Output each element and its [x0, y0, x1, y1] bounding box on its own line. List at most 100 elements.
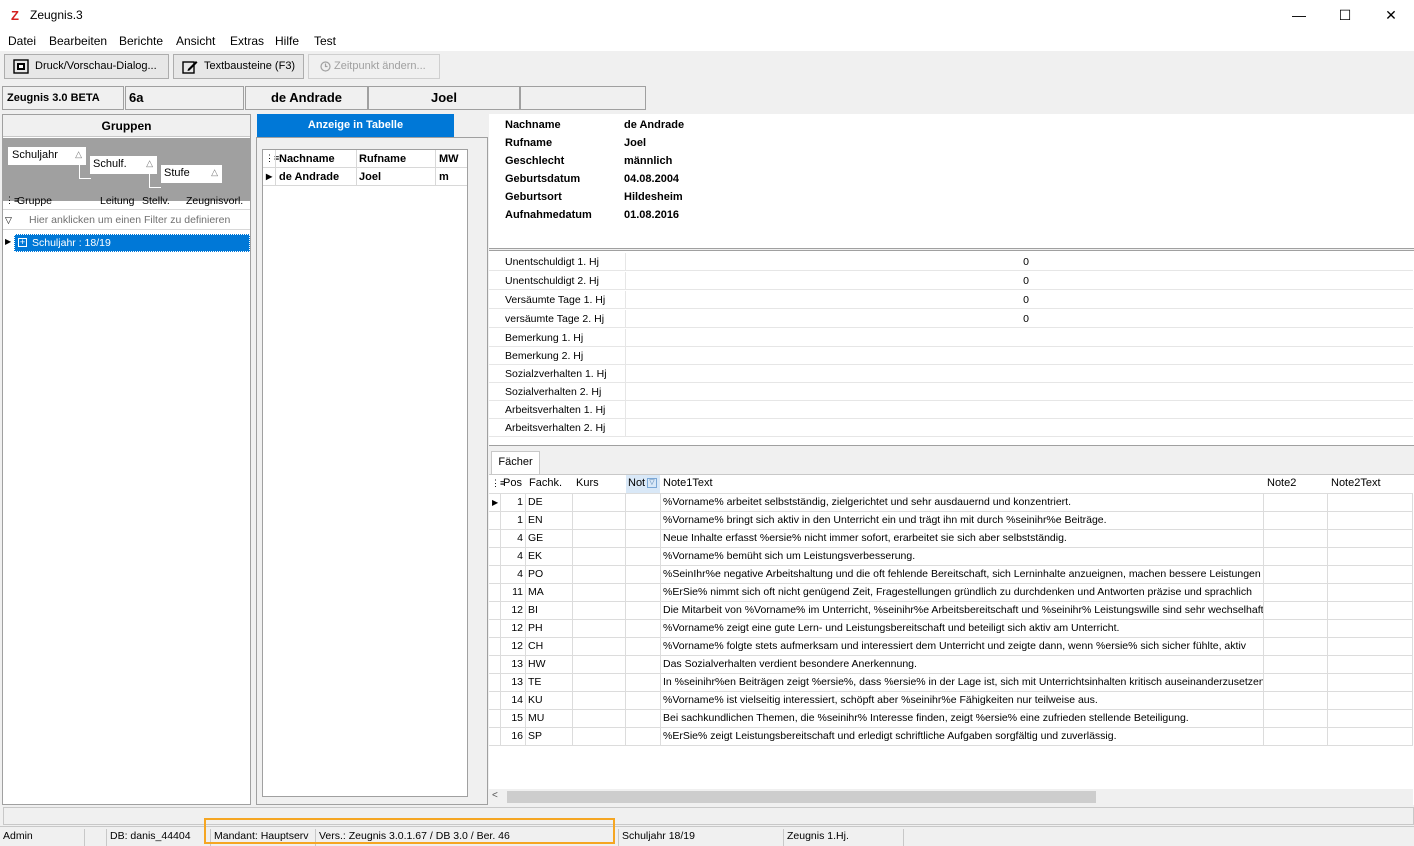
group-row-schuljahr[interactable]: ▶ + Schuljahr : 18/19 [3, 234, 250, 253]
subject-note2[interactable] [1264, 638, 1328, 656]
subject-code[interactable]: GE [526, 530, 573, 548]
subject-note1text[interactable]: Bei sachkundlichen Themen, die %seinihr%… [661, 710, 1264, 728]
maximize-button[interactable]: ☐ [1322, 0, 1368, 31]
subject-note[interactable] [626, 674, 661, 692]
menu-ansicht[interactable]: Ansicht [176, 34, 215, 48]
change-time-button[interactable]: Zeitpunkt ändern... [308, 54, 440, 79]
att-row[interactable]: Unentschuldigt 1. Hj 0 [489, 253, 1413, 271]
subject-note1text[interactable]: %Vorname% bringt sich aktiv in den Unter… [661, 512, 1264, 530]
att-row[interactable]: Arbeitsverhalten 2. Hj [489, 419, 1413, 437]
subject-pos[interactable]: 14 [501, 692, 526, 710]
student-row[interactable]: ▶ de Andrade Joel m [263, 168, 467, 186]
subject-note2[interactable] [1264, 566, 1328, 584]
subject-note1text[interactable]: Das Sozialverhalten verdient besondere A… [661, 656, 1264, 674]
subject-code[interactable]: EN [526, 512, 573, 530]
subject-note2text[interactable] [1328, 620, 1413, 638]
att-row[interactable]: Sozialverhalten 2. Hj [489, 383, 1413, 401]
subject-pos[interactable]: 1 [501, 512, 526, 530]
subject-pos[interactable]: 15 [501, 710, 526, 728]
filter-icon[interactable]: ▽ [647, 478, 657, 488]
menu-berichte[interactable]: Berichte [119, 34, 163, 48]
subject-code[interactable]: PO [526, 566, 573, 584]
horizontal-scrollbar[interactable]: < [489, 789, 1413, 805]
subject-row[interactable]: 12 PH %Vorname% zeigt eine gute Lern- und … [489, 620, 1413, 638]
minimize-button[interactable]: — [1276, 0, 1322, 31]
subject-code[interactable]: DE [526, 494, 573, 512]
subject-code[interactable]: EK [526, 548, 573, 566]
subject-row[interactable]: 13 HW Das Sozialverhalten verdient besonde… [489, 656, 1413, 674]
scroll-left-icon[interactable]: < [492, 790, 498, 801]
col-leitung[interactable]: Leitung [100, 195, 134, 207]
att-row[interactable]: versäumte Tage 2. Hj 0 [489, 310, 1413, 328]
subject-note2text[interactable] [1328, 566, 1413, 584]
subject-pos[interactable]: 4 [501, 548, 526, 566]
subject-note1text[interactable]: Neue Inhalte erfasst %ersie% nicht immer… [661, 530, 1264, 548]
subject-note[interactable] [626, 728, 661, 746]
subject-note2[interactable] [1264, 602, 1328, 620]
subject-pos[interactable]: 11 [501, 584, 526, 602]
detail-value[interactable]: de Andrade [624, 119, 684, 131]
subject-note2text[interactable] [1328, 548, 1413, 566]
att-row[interactable]: Versäumte Tage 1. Hj 0 [489, 291, 1413, 309]
subject-row[interactable]: 1 EN %Vorname% bringt sich aktiv in den Un… [489, 512, 1413, 530]
subject-pos[interactable]: 12 [501, 638, 526, 656]
att-row[interactable]: Bemerkung 2. Hj [489, 347, 1413, 365]
subject-kurs[interactable] [573, 566, 626, 584]
subject-note[interactable] [626, 638, 661, 656]
subject-note[interactable] [626, 692, 661, 710]
subject-pos[interactable]: 4 [501, 530, 526, 548]
menu-datei[interactable]: Datei [8, 34, 36, 48]
subject-note[interactable] [626, 656, 661, 674]
group-chip-stufe[interactable]: Stufe △ [161, 165, 222, 183]
subject-note[interactable] [626, 710, 661, 728]
subject-note1text[interactable]: %ErSie% zeigt Leistungsbereitschaft und … [661, 728, 1264, 746]
subject-note2text[interactable] [1328, 494, 1413, 512]
subject-note2text[interactable] [1328, 602, 1413, 620]
subject-row[interactable]: 15 MU Bei sachkundlichen Themen, die %sein… [489, 710, 1413, 728]
subject-row[interactable]: 12 BI Die Mitarbeit von %Vorname% im Unter… [489, 602, 1413, 620]
subject-row[interactable]: ▶ 1 DE %Vorname% arbeitet selbstständig, zi… [489, 494, 1413, 512]
att-row[interactable]: Arbeitsverhalten 1. Hj [489, 401, 1413, 419]
subject-note2text[interactable] [1328, 692, 1413, 710]
subject-pos[interactable]: 16 [501, 728, 526, 746]
att-row[interactable]: Bemerkung 1. Hj [489, 329, 1413, 347]
menu-bearbeiten[interactable]: Bearbeiten [49, 34, 107, 48]
subject-note[interactable] [626, 566, 661, 584]
subject-kurs[interactable] [573, 620, 626, 638]
col-kurs[interactable]: Kurs [576, 475, 599, 493]
subject-note2[interactable] [1264, 512, 1328, 530]
subject-note2text[interactable] [1328, 512, 1413, 530]
subject-note2text[interactable] [1328, 674, 1413, 692]
detail-value[interactable]: 01.08.2016 [624, 209, 679, 221]
subject-note1text[interactable]: %Vorname% folgte stets aufmerksam und in… [661, 638, 1264, 656]
att-row[interactable]: Unentschuldigt 2. Hj 0 [489, 272, 1413, 290]
subject-row[interactable]: 4 PO %SeinIhr%e negative Arbeitshaltung un… [489, 566, 1413, 584]
subject-code[interactable]: BI [526, 602, 573, 620]
menu-hilfe[interactable]: Hilfe [275, 34, 299, 48]
subject-note1text[interactable]: %Vorname% ist vielseitig interessiert, s… [661, 692, 1264, 710]
print-preview-button[interactable]: Druck/Vorschau-Dialog... [4, 54, 169, 79]
subject-note2text[interactable] [1328, 530, 1413, 548]
tab-table-view[interactable]: Anzeige in Tabelle [257, 114, 454, 137]
subject-row[interactable]: 4 GE Neue Inhalte erfasst %ersie% nicht im… [489, 530, 1413, 548]
menu-test[interactable]: Test [314, 34, 336, 48]
subject-note2text[interactable] [1328, 710, 1413, 728]
subject-kurs[interactable] [573, 512, 626, 530]
subject-code[interactable]: MU [526, 710, 573, 728]
subject-note[interactable] [626, 602, 661, 620]
subject-note1text[interactable]: Die Mitarbeit von %Vorname% im Unterrich… [661, 602, 1264, 620]
subject-pos[interactable]: 12 [501, 620, 526, 638]
subject-code[interactable]: CH [526, 638, 573, 656]
col-mw[interactable]: MW [439, 153, 459, 165]
subject-pos[interactable]: 13 [501, 674, 526, 692]
subject-note2text[interactable] [1328, 656, 1413, 674]
filter-row[interactable]: ▽ Hier anklicken um einen Filter zu defi… [3, 211, 250, 230]
subject-note2[interactable] [1264, 494, 1328, 512]
text-modules-button[interactable]: Textbausteine (F3) [173, 54, 304, 79]
subject-kurs[interactable] [573, 584, 626, 602]
subject-note1text[interactable]: %Vorname% bemüht sich um Leistungsverbes… [661, 548, 1264, 566]
subject-note2[interactable] [1264, 710, 1328, 728]
detail-value[interactable]: männlich [624, 155, 672, 167]
subject-note2text[interactable] [1328, 638, 1413, 656]
subject-note2text[interactable] [1328, 584, 1413, 602]
